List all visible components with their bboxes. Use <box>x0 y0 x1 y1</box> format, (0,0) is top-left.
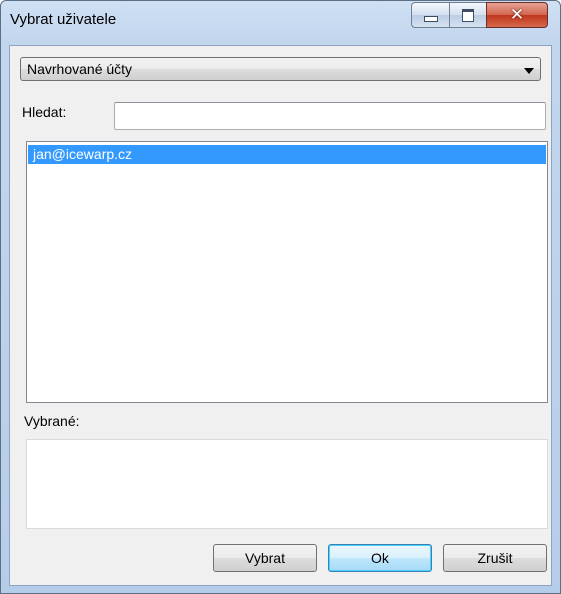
close-button[interactable]: ✕ <box>486 2 548 28</box>
minimize-icon <box>423 16 438 22</box>
selected-users-list[interactable] <box>26 439 548 529</box>
account-source-dropdown[interactable]: Navrhované účty <box>20 57 541 81</box>
cancel-button[interactable]: Zrušit <box>443 544 547 572</box>
title-bar[interactable]: Vybrat uživatele ✕ <box>1 1 560 45</box>
window-title: Vybrat uživatele <box>10 11 117 28</box>
select-user-dialog: Vybrat uživatele ✕ Navrhované účty Hleda… <box>0 0 561 594</box>
select-button[interactable]: Vybrat <box>213 544 317 572</box>
selected-label: Vybrané: <box>24 413 80 429</box>
minimize-button[interactable] <box>411 2 450 28</box>
search-label: Hledat: <box>22 104 67 120</box>
chevron-down-icon[interactable] <box>524 68 534 74</box>
account-source-value: Navrhované účty <box>27 61 133 77</box>
maximize-icon <box>462 8 474 22</box>
ok-button[interactable]: Ok <box>328 544 432 572</box>
list-item[interactable]: jan@icewarp.cz <box>28 145 546 164</box>
dialog-body: Navrhované účty Hledat: jan@icewarp.cz V… <box>9 45 552 586</box>
maximize-button[interactable] <box>449 2 487 28</box>
users-list[interactable]: jan@icewarp.cz <box>26 141 548 403</box>
close-icon: ✕ <box>509 4 525 25</box>
search-input[interactable] <box>114 102 546 130</box>
